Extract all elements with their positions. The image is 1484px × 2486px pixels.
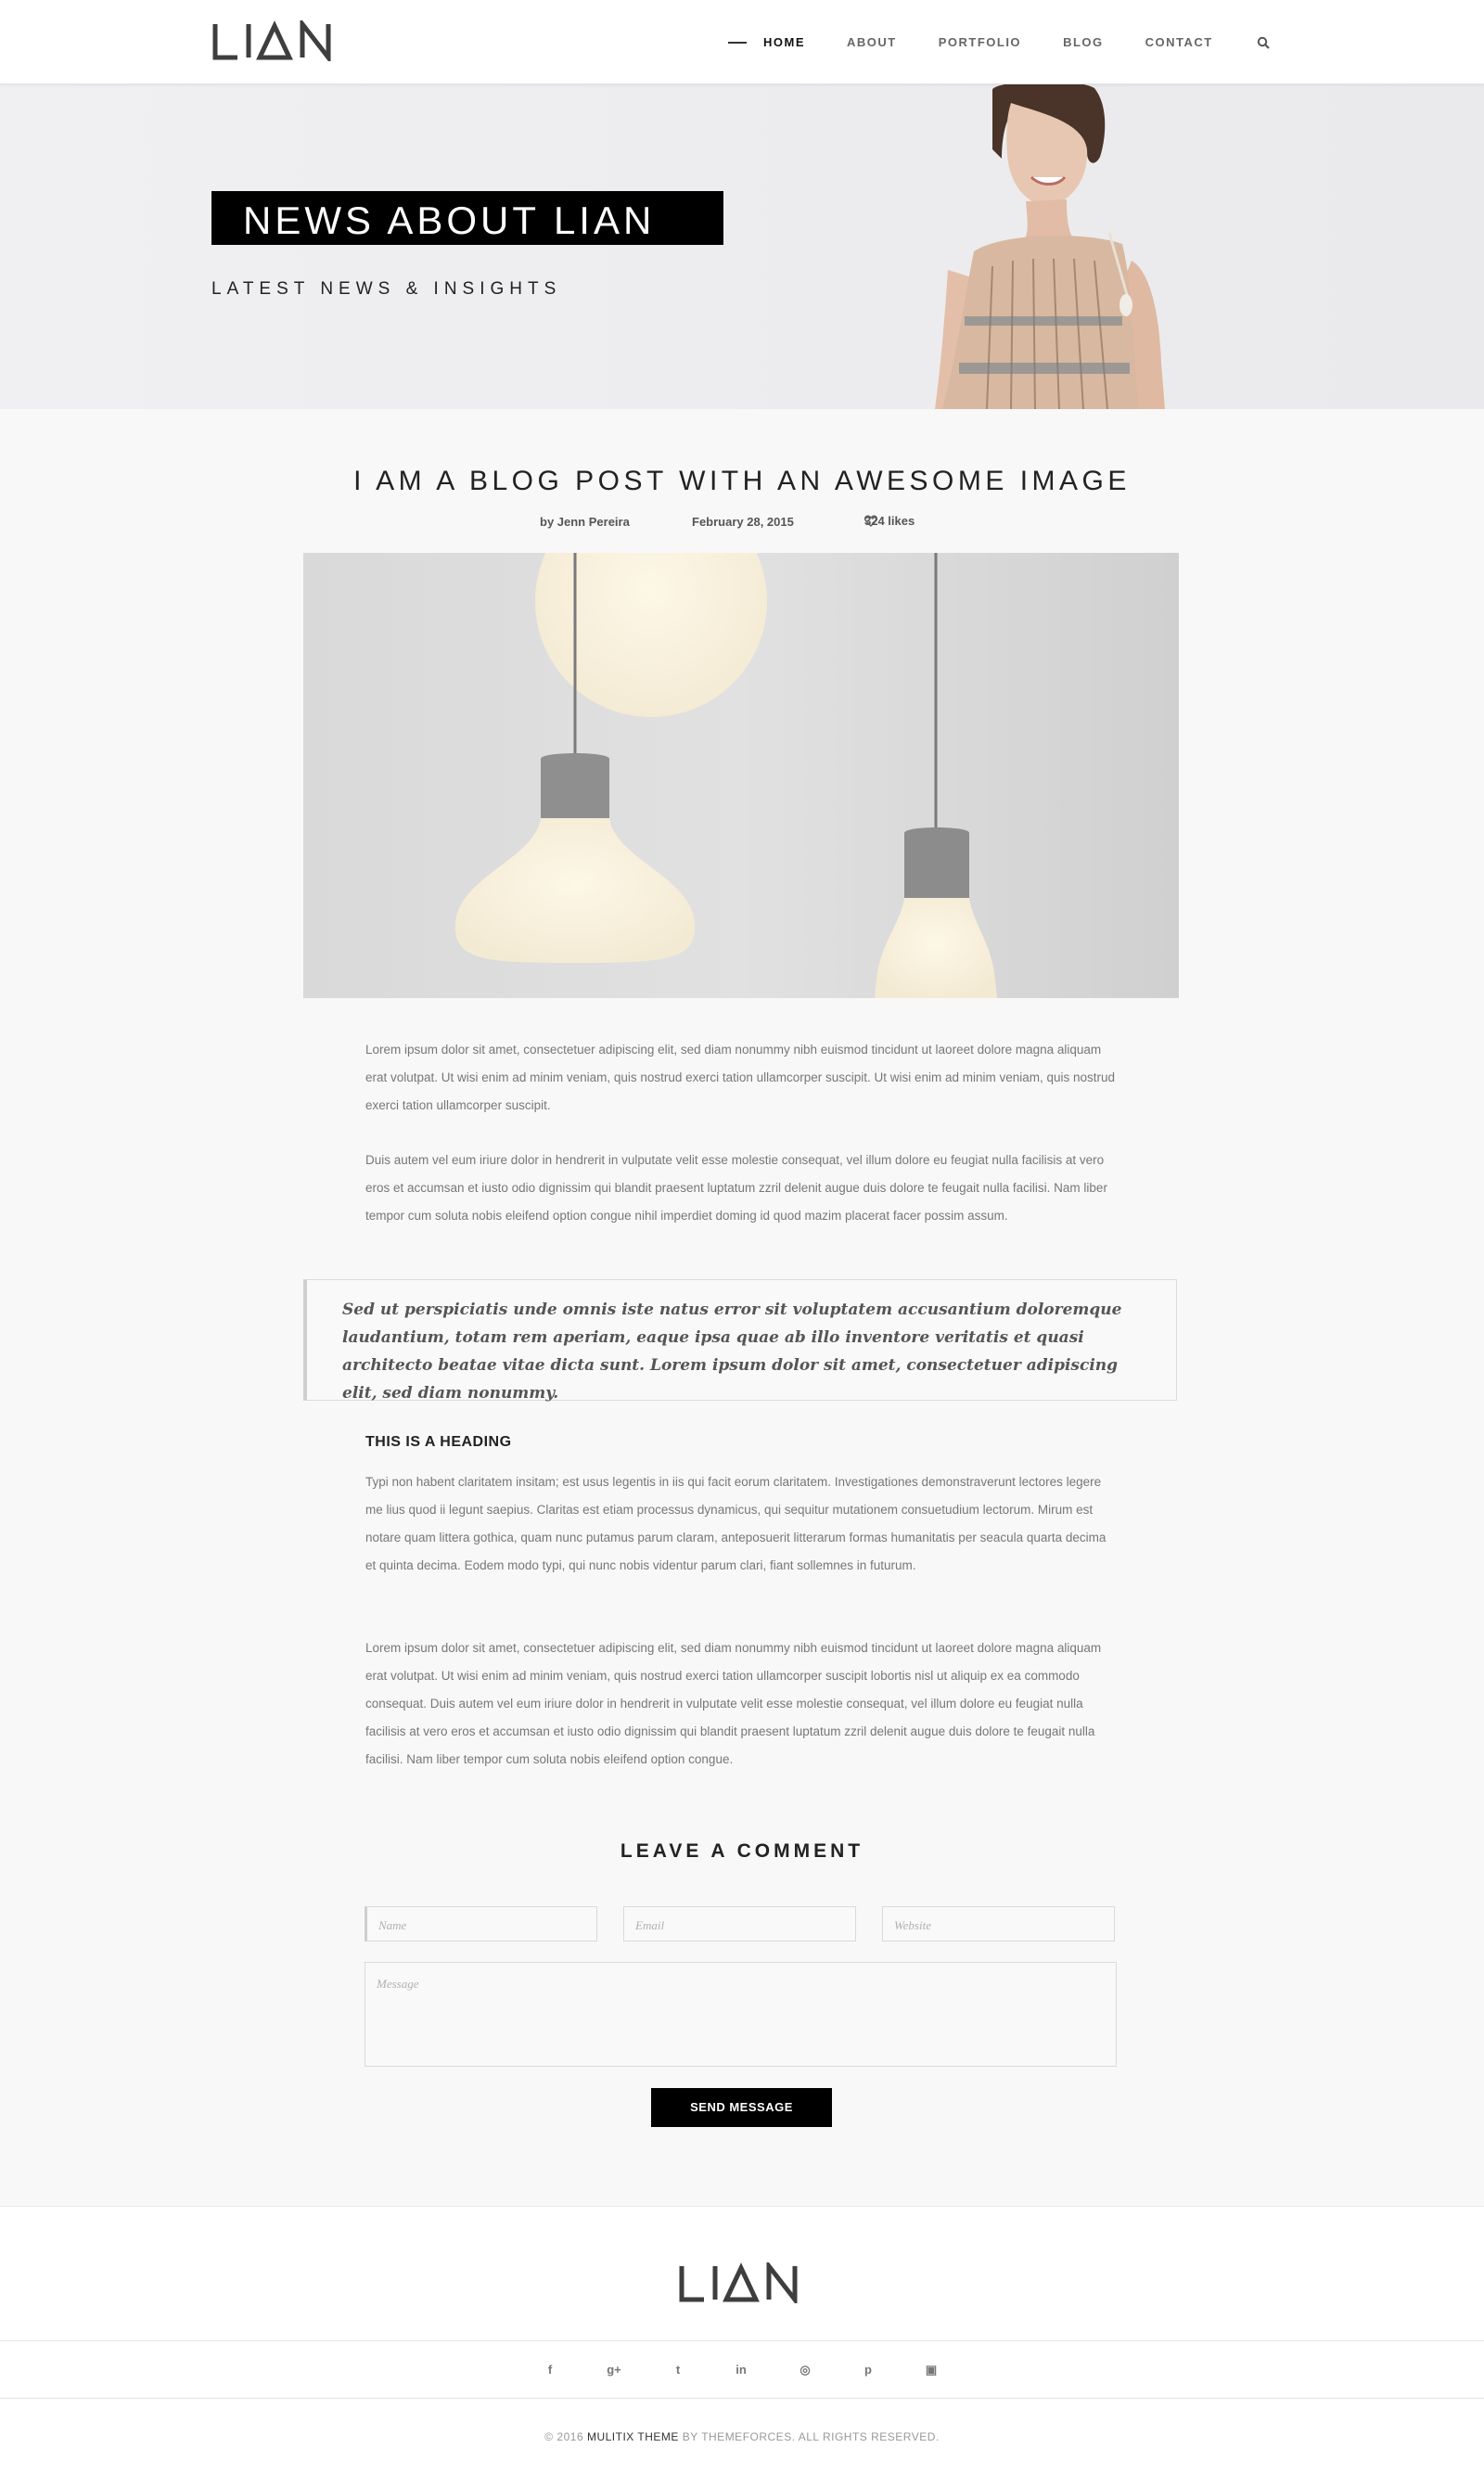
hero-subtitle: LATEST NEWS & INSIGHTS	[211, 279, 562, 299]
post-subheading: THIS IS A HEADING	[365, 1434, 512, 1450]
search-icon[interactable]	[1257, 36, 1270, 49]
hero-banner: NEWS ABOUT LIAN LATEST NEWS & INSIGHTS	[0, 84, 1484, 409]
post-likes[interactable]: 324 likes	[864, 514, 915, 528]
post-title: I AM A BLOG POST WITH AN AWESOME IMAGE	[353, 466, 1131, 496]
facebook-icon[interactable]: f	[542, 2362, 558, 2378]
blockquote-text: Sed ut perspiciatis unde omnis iste natu…	[342, 1301, 1122, 1403]
comment-section-title: LEAVE A COMMENT	[620, 1840, 864, 1862]
dribbble-icon[interactable]: ◎	[797, 2362, 813, 2378]
post-paragraph: Duis autem vel eum iriure dolor in hendr…	[365, 1153, 1107, 1223]
linkedin-icon[interactable]: in	[733, 2362, 749, 2378]
nav-contact[interactable]: CONTACT	[1145, 35, 1213, 49]
post-paragraph: Lorem ipsum dolor sit amet, consectetuer…	[365, 1641, 1102, 1766]
pinterest-icon[interactable]: p	[860, 2362, 876, 2378]
copyright: © 2016 MULITIX THEME BY THEMEFORCES. ALL…	[0, 2430, 1484, 2443]
email-field[interactable]: Email	[623, 1906, 856, 1941]
twitter-icon[interactable]: t	[670, 2362, 686, 2378]
active-indicator	[728, 41, 747, 44]
hero-person-image	[935, 84, 1165, 409]
likes-count: 324 likes	[864, 514, 915, 528]
website-field[interactable]: Website	[882, 1906, 1115, 1941]
copyright-prefix: © 2016	[544, 2430, 584, 2443]
footer-logo[interactable]	[678, 2259, 802, 2307]
message-field[interactable]: Message	[365, 1962, 1117, 2067]
site-footer: f g+ t in ◎ p ▣ © 2016 MULITIX THEME BY …	[0, 2206, 1484, 2486]
copyright-suffix: BY THEMEFORCES. ALL RIGHTS RESERVED.	[682, 2430, 940, 2443]
social-links-bar: f g+ t in ◎ p ▣	[0, 2340, 1484, 2399]
name-field[interactable]: Name	[365, 1906, 597, 1941]
hero-title-box: NEWS ABOUT LIAN	[211, 191, 723, 245]
theme-link[interactable]: MULITIX THEME	[587, 2430, 679, 2443]
nav-blog[interactable]: BLOG	[1063, 35, 1104, 49]
send-message-button[interactable]: SEND MESSAGE	[651, 2088, 832, 2127]
nav-about[interactable]: ABOUT	[847, 35, 897, 49]
hero-title: NEWS ABOUT LIAN	[243, 199, 656, 242]
site-header: HOME ABOUT PORTFOLIO BLOG CONTACT	[0, 0, 1484, 84]
pendant-lamps-image	[303, 553, 1179, 998]
post-date: February 28, 2015	[692, 515, 794, 529]
post-featured-image	[303, 553, 1179, 998]
nav-home[interactable]: HOME	[763, 35, 805, 49]
main-nav: HOME ABOUT PORTFOLIO BLOG CONTACT	[728, 0, 1270, 84]
post-author[interactable]: by Jenn Pereira	[540, 515, 630, 529]
google-plus-icon[interactable]: g+	[606, 2362, 622, 2378]
footer-logo-graphic	[679, 2259, 798, 2307]
instagram-icon[interactable]: ▣	[923, 2362, 940, 2378]
post-paragraph: Lorem ipsum dolor sit amet, consectetuer…	[365, 1043, 1116, 1112]
post-paragraph: Typi non habent claritatem insitam; est …	[365, 1475, 1107, 1572]
nav-portfolio[interactable]: PORTFOLIO	[939, 35, 1021, 49]
post-blockquote: Sed ut perspiciatis unde omnis iste natu…	[303, 1279, 1177, 1403]
logo-graphic	[212, 17, 331, 65]
site-logo[interactable]	[211, 17, 336, 65]
